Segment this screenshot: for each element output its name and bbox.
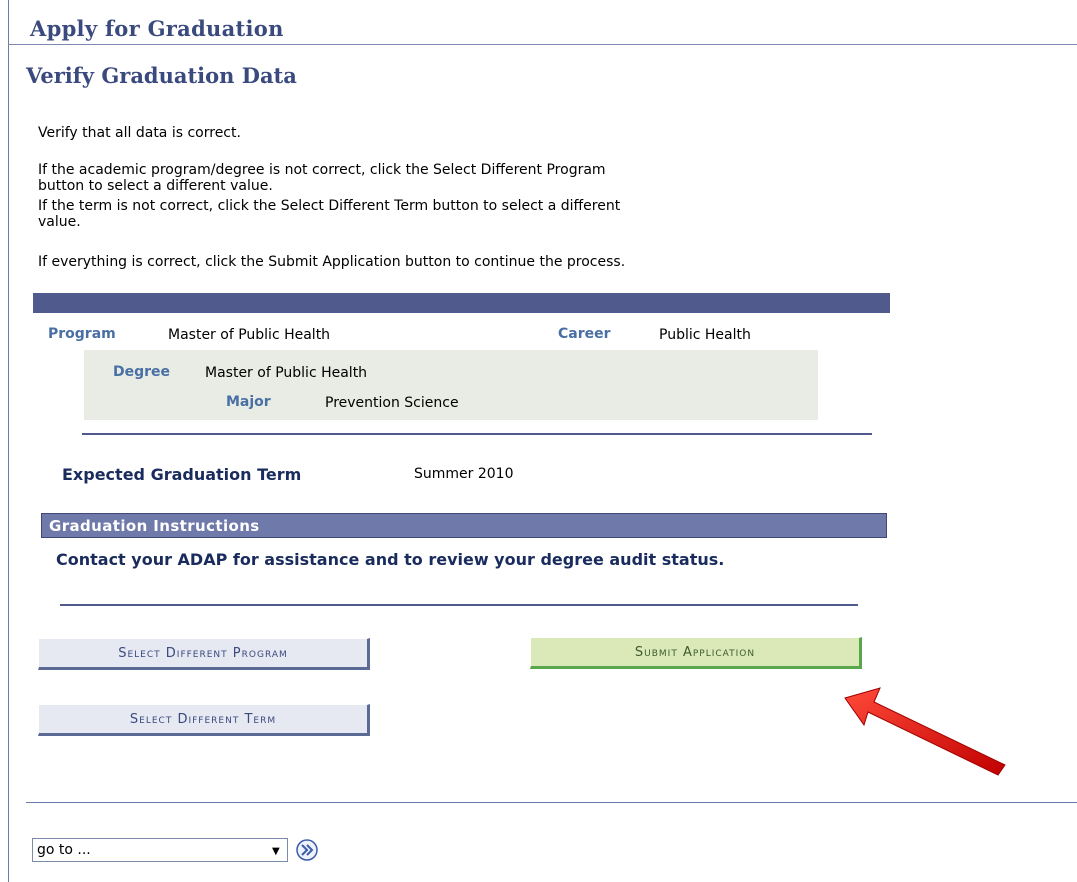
instruction-program-2: button to select a different value. xyxy=(38,178,273,194)
major-label: Major xyxy=(226,394,271,410)
instruction-submit: If everything is correct, click the Subm… xyxy=(38,254,626,270)
annotation-arrow xyxy=(844,687,1006,776)
instruction-program-1: If the academic program/degree is not co… xyxy=(38,162,606,178)
page-title: Apply for Graduation xyxy=(30,16,284,41)
dropdown-arrow-icon[interactable]: ▼ xyxy=(272,846,280,857)
title-divider xyxy=(8,44,1077,45)
footer-divider xyxy=(26,802,1077,803)
career-label: Career xyxy=(558,326,611,342)
degree-label: Degree xyxy=(113,364,171,380)
degree-divider xyxy=(82,433,872,435)
select-different-program-button[interactable]: Select Different Program xyxy=(38,638,370,670)
instructions-divider xyxy=(60,604,858,606)
major-value: Prevention Science xyxy=(325,395,459,411)
program-header-bar xyxy=(33,293,890,313)
instruction-term-2: value. xyxy=(38,214,81,230)
graduation-instructions-header: Graduation Instructions xyxy=(41,513,887,538)
expected-term-label: Expected Graduation Term xyxy=(62,465,302,484)
degree-value: Master of Public Health xyxy=(205,365,368,381)
instruction-term-1: If the term is not correct, click the Se… xyxy=(38,198,621,214)
goto-select[interactable]: go to ... xyxy=(32,838,288,862)
graduation-instructions-text: Contact your ADAP for assistance and to … xyxy=(56,550,725,569)
program-value: Master of Public Health xyxy=(168,327,331,343)
career-value: Public Health xyxy=(659,327,751,343)
program-label: Program xyxy=(48,326,116,342)
submit-application-button[interactable]: Submit Application xyxy=(530,637,862,669)
select-different-term-button[interactable]: Select Different Term xyxy=(38,704,370,736)
expected-term-value: Summer 2010 xyxy=(414,466,514,482)
double-chevron-right-icon[interactable] xyxy=(293,838,321,862)
instruction-verify: Verify that all data is correct. xyxy=(38,125,241,141)
section-title: Verify Graduation Data xyxy=(26,63,297,88)
